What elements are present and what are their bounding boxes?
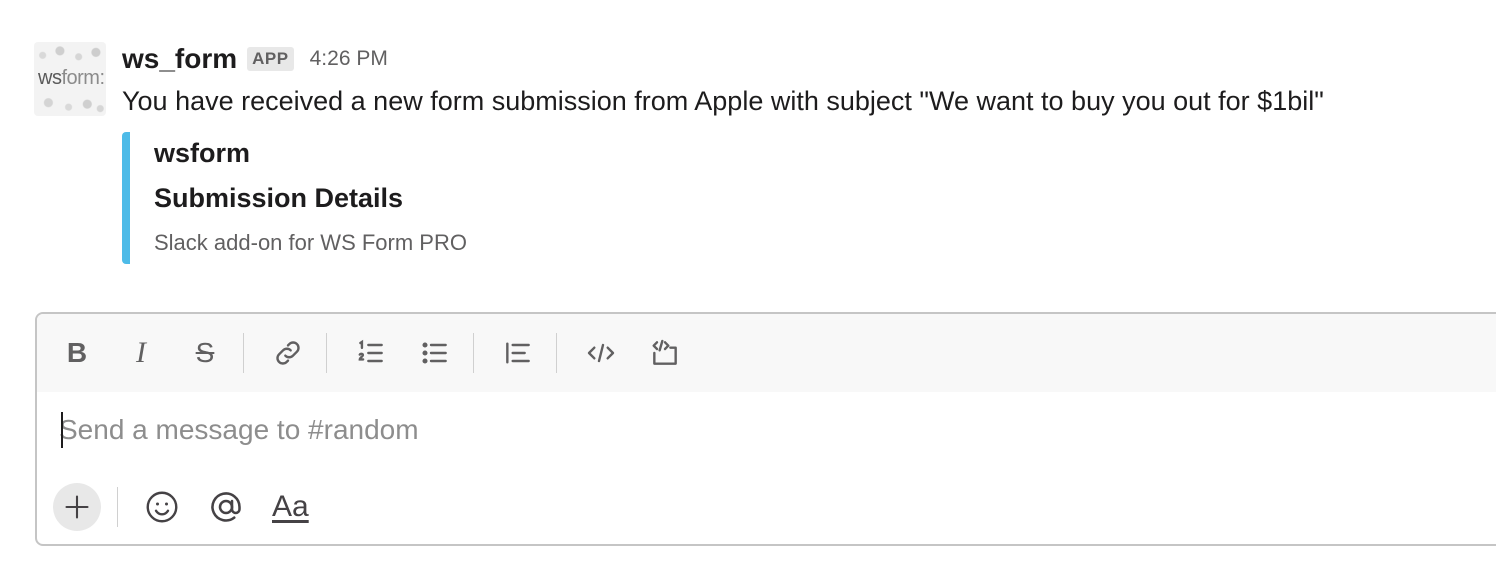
- message-input[interactable]: [59, 410, 1459, 450]
- app-badge: APP: [247, 47, 294, 71]
- toolbar-divider: [243, 333, 244, 373]
- toolbar-divider: [326, 333, 327, 373]
- text-caret: [61, 412, 63, 448]
- strikethrough-icon: S: [195, 337, 215, 368]
- slack-channel-view: wsform: ws_form APP 4:26 PM You have rec…: [0, 0, 1496, 574]
- code-icon: [587, 343, 615, 363]
- bulleted-list-icon: [422, 342, 447, 364]
- message-text: You have received a new form submission …: [122, 86, 1324, 116]
- avatar[interactable]: wsform:: [34, 42, 106, 116]
- toolbar-divider: [556, 333, 557, 373]
- emoji-icon: [146, 491, 178, 523]
- message-timestamp[interactable]: 4:26 PM: [310, 47, 388, 71]
- sender-name[interactable]: ws_form: [122, 43, 237, 75]
- attachment-title: wsform: [154, 138, 251, 168]
- message-input-area: [37, 392, 1496, 472]
- blockquote-icon: [506, 342, 530, 364]
- blockquote-button[interactable]: [498, 333, 538, 373]
- code-block-icon: [652, 339, 677, 365]
- ordered-list-icon: [358, 339, 383, 363]
- formatting-toggle-label: Aa: [272, 490, 309, 523]
- mention-button[interactable]: [208, 483, 244, 531]
- actions-divider: [117, 487, 118, 527]
- attachment-footer: Slack add-on for WS Form PRO: [154, 230, 467, 255]
- italic-button[interactable]: I: [121, 333, 161, 373]
- mention-icon: [211, 492, 241, 522]
- code-block-button[interactable]: [645, 333, 685, 373]
- code-button[interactable]: [581, 333, 621, 373]
- attachment-subtitle: Submission Details: [154, 183, 404, 213]
- wsform-logo: wsform:: [38, 67, 105, 89]
- toolbar-divider: [473, 333, 474, 373]
- formatting-toggle-button[interactable]: Aa: [272, 483, 309, 531]
- link-button[interactable]: [268, 333, 308, 373]
- formatting-toolbar: B I S: [37, 314, 1496, 392]
- strikethrough-button[interactable]: S: [185, 333, 225, 373]
- link-icon: [276, 341, 300, 365]
- ordered-list-button[interactable]: [351, 333, 391, 373]
- emoji-button[interactable]: [144, 483, 180, 531]
- bold-button[interactable]: B: [57, 333, 97, 373]
- message-header: ws_form APP 4:26 PM: [122, 42, 1492, 76]
- message-body: ws_form APP 4:26 PM You have received a …: [122, 42, 1492, 264]
- message-composer: B I S Send a message to #random Aa: [35, 312, 1496, 546]
- bold-icon: B: [66, 337, 88, 368]
- attach-button[interactable]: [53, 483, 101, 531]
- composer-actions: Aa: [37, 472, 1496, 542]
- message-attachment: wsform Submission Details Slack add-on f…: [122, 132, 467, 264]
- plus-icon: [65, 495, 89, 519]
- bulleted-list-button[interactable]: [415, 333, 455, 373]
- italic-icon: I: [136, 336, 146, 369]
